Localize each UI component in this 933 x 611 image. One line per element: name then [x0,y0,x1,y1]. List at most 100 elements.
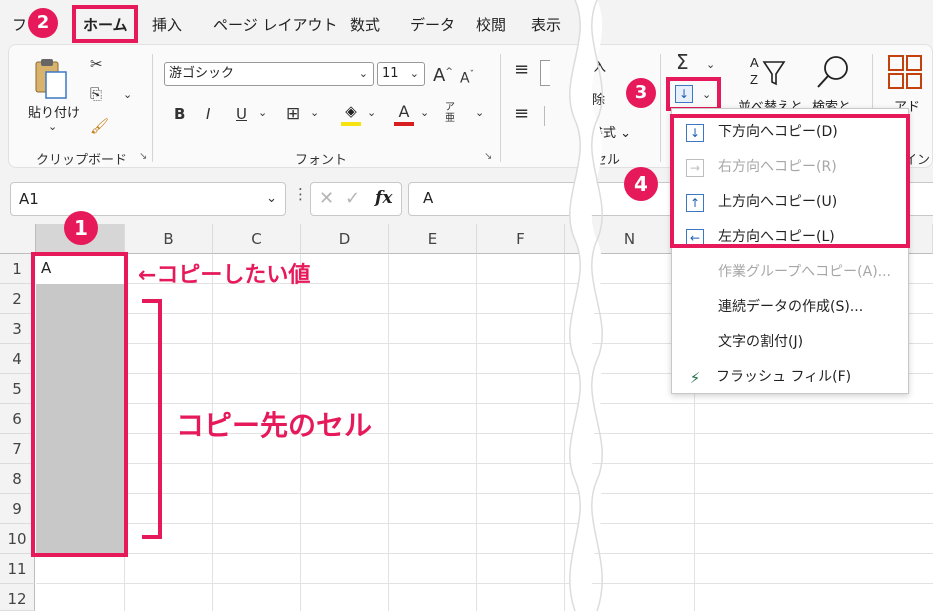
font-name-value: 游ゴシック [169,66,235,81]
gridline [36,583,933,584]
tab-file[interactable]: フ [12,14,27,35]
tab-insert[interactable]: 挿入 [152,14,182,35]
step-badge-2: 2 [28,8,58,38]
gridline [36,553,933,554]
copy-icon[interactable]: ⎘ [90,84,102,104]
column-header[interactable]: D [301,224,389,254]
divider [500,54,501,162]
bold-button[interactable]: B [174,104,185,124]
svg-text:Z: Z [750,72,758,87]
chevron-down-icon[interactable]: ⌄ [367,106,376,119]
clipboard-group-label: クリップボード [36,153,128,168]
font-size-value: 11 [382,66,399,81]
bracket [142,299,162,539]
column-header[interactable]: E [389,224,477,254]
menu-item-label: フラッシュ フィル(F) [716,369,852,385]
column-header[interactable]: B [125,224,213,254]
gridline [36,463,933,464]
underline-button[interactable]: U [236,104,247,124]
menu-item-label: 連続データの作成(S)... [718,299,864,315]
formula-actions: ✕ ✓ fx [310,182,402,216]
phonetic-icon[interactable]: ア亜 [445,102,455,124]
chevron-down-icon: ⌄ [409,67,419,80]
italic-button[interactable]: I [206,104,210,124]
cancel-icon[interactable]: ✕ [319,188,334,209]
more-icon: ⋮ [293,185,308,203]
tab-page-layout[interactable]: ページ レイアウト [213,14,337,35]
gridline [36,493,933,494]
align-top-icon[interactable]: ≡ [514,60,529,80]
step-badge-3: 3 [626,78,656,108]
fill-color-icon[interactable]: ◈ [340,102,362,126]
cut-icon[interactable]: ✂ [90,54,103,74]
formula-input-value: A [423,189,434,207]
gridline [476,254,477,611]
font-color-icon[interactable]: A [393,102,415,126]
row-header[interactable]: 4 [0,344,35,374]
chevron-down-icon[interactable]: ⌄ [258,106,267,119]
divider [152,54,153,162]
borders-icon[interactable]: ⊞ [286,104,300,124]
addins-icon[interactable] [887,54,923,90]
name-box[interactable]: A1 ⌄ [10,182,286,216]
sort-filter-icon[interactable]: A Z [748,52,788,92]
tab-home[interactable]: ホーム [83,14,128,35]
shrink-font-glyph: A [460,70,470,87]
row-header[interactable]: 12 [0,584,35,611]
row-header[interactable]: 3 [0,314,35,344]
autosum-icon[interactable]: Σ [676,52,689,72]
shrink-font-button[interactable]: Aˇ [460,65,474,89]
font-name-combo[interactable]: 游ゴシック ⌄ [164,62,374,86]
chevron-down-icon[interactable]: ⌄ [706,58,715,71]
copy-chevron-icon[interactable]: ⌄ [123,88,132,101]
row-header[interactable]: 11 [0,554,35,584]
insert-function-icon[interactable]: fx [375,188,392,208]
row-header[interactable]: 5 [0,374,35,404]
row-header[interactable]: 9 [0,494,35,524]
step-badge-4: 4 [624,167,658,201]
flash-fill-icon: ⚡ [689,369,701,387]
torn-edge [569,0,603,611]
row-header[interactable]: 2 [0,284,35,314]
tab-data[interactable]: データ [410,14,455,35]
menu-item-flash-fill[interactable]: ⚡ フラッシュ フィル(F) [672,360,908,395]
chevron-down-icon: ⌄ [266,191,277,206]
chevron-down-icon: ⌄ [358,67,368,80]
paste-icon[interactable] [28,56,74,102]
search-icon[interactable] [814,52,854,92]
tab-formulas[interactable]: 数式 [350,14,380,35]
menu-item-across-sheets[interactable]: 作業グループへコピー(A)... [672,255,908,290]
dialog-launcher-icon[interactable]: ↘ [139,151,147,162]
confirm-icon[interactable]: ✓ [345,188,360,209]
dialog-launcher-icon[interactable]: ↘ [484,151,492,162]
menu-item-series[interactable]: 連続データの作成(S)... [672,290,908,325]
paste-label[interactable]: 貼り付け [28,102,80,121]
row-header[interactable]: 10 [0,524,35,554]
tab-review[interactable]: 校閲 [476,14,506,35]
menu-item-justify[interactable]: 文字の割付(J) [672,325,908,360]
font-size-combo[interactable]: 11 ⌄ [377,62,425,86]
grow-font-button[interactable]: A^ [433,62,453,86]
ribbon-tab-bar: フ 2 ホーム 挿入 ページ レイアウト 数式 データ 校閲 表示 [0,0,933,44]
align-left-icon[interactable]: ≡ [514,104,529,124]
font-group-label: フォント [295,153,348,168]
row-header[interactable]: 7 [0,434,35,464]
column-header[interactable]: C [213,224,301,254]
step-badge-1: 1 [64,211,98,245]
select-all-corner[interactable] [0,224,36,254]
chevron-down-icon[interactable]: ⌄ [420,106,429,119]
paste-chevron-icon[interactable]: ⌄ [48,120,57,133]
format-painter-icon[interactable]: 🖌 [90,116,109,136]
chevron-down-icon[interactable]: ⌄ [475,106,484,119]
divider [660,54,661,162]
annotation-copy-value: ←コピーしたい値 [138,263,311,288]
row-header[interactable]: 6 [0,404,35,434]
chevron-down-icon[interactable]: ⌄ [702,88,711,101]
svg-text:A: A [750,55,759,70]
highlight-fill-options [670,114,910,248]
fill-down-icon[interactable]: ↓ [675,85,693,103]
gridline [36,523,933,524]
row-header[interactable]: 8 [0,464,35,494]
row-header[interactable]: 1 [0,254,35,284]
chevron-down-icon[interactable]: ⌄ [310,106,319,119]
